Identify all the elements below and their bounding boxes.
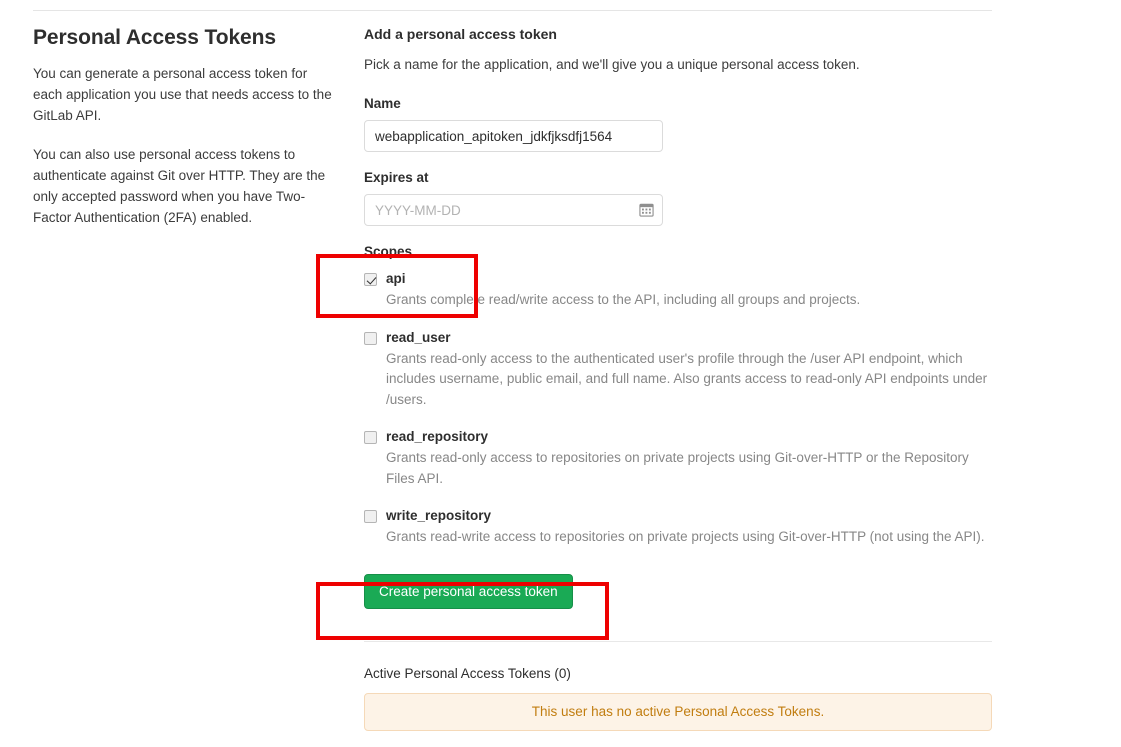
scope-name-read-user: read_user <box>386 329 451 345</box>
no-active-tokens-alert: This user has no active Personal Access … <box>364 692 992 731</box>
page-title: Personal Access Tokens <box>33 26 276 49</box>
form-title: Add a personal access token <box>364 26 557 42</box>
section-divider <box>364 640 992 642</box>
scope-line: read_user <box>364 329 992 347</box>
create-personal-access-token-button[interactable]: Create personal access token <box>364 573 573 609</box>
scope-checkbox-read-repository[interactable] <box>364 431 377 444</box>
top-divider <box>33 10 992 11</box>
scope-checkbox-write-repository[interactable] <box>364 510 377 523</box>
expires-at-input[interactable] <box>364 194 663 226</box>
scope-name-write-repository: write_repository <box>386 508 492 523</box>
scope-item-write-repository: write_repository Grants read-write acces… <box>364 507 992 548</box>
scope-name-read-repository: read_repository <box>386 429 489 444</box>
scope-description-write-repository: Grants read-write access to repositories… <box>386 529 985 544</box>
form-subtitle: Pick a name for the application, and we'… <box>364 57 860 72</box>
scope-item-read-repository: read_repository Grants read-only access … <box>364 428 992 489</box>
scope-line: read_repository <box>364 428 992 446</box>
scope-checkbox-read-user[interactable] <box>364 331 377 345</box>
expires-field-group: Expires at <box>364 170 992 226</box>
add-token-form: Add a personal access token Pick a name … <box>364 26 992 731</box>
scope-description-api: Grants complete read/write access to the… <box>386 292 861 307</box>
scope-description-read-user: Grants read-only access to the authentic… <box>386 350 988 407</box>
scope-checkbox-api[interactable] <box>364 273 377 286</box>
scope-name-api: api <box>386 271 406 286</box>
scope-item-api: api Grants complete read/write access to… <box>364 270 992 311</box>
scope-item-read-user: read_user Grants read-only access to the… <box>364 329 992 411</box>
page-intro-column: Personal Access Tokens You can generate … <box>33 24 333 246</box>
expires-input-wrapper <box>364 194 663 226</box>
scope-line: api <box>364 270 992 288</box>
active-tokens-heading: Active Personal Access Tokens (0) <box>364 665 571 681</box>
personal-access-tokens-page: Personal Access Tokens You can generate … <box>0 0 1121 747</box>
submit-area: Create personal access token <box>364 573 992 609</box>
scopes-label: Scopes <box>364 244 413 259</box>
name-label: Name <box>364 96 401 111</box>
intro-paragraph-2: You can also use personal access tokens … <box>33 147 326 226</box>
intro-paragraph-1: You can generate a personal access token… <box>33 66 332 124</box>
scope-description-read-repository: Grants read-only access to repositories … <box>386 450 969 486</box>
token-name-input[interactable] <box>364 120 663 152</box>
expires-at-label: Expires at <box>364 170 429 185</box>
name-field-group: Name <box>364 96 992 152</box>
scope-line: write_repository <box>364 507 992 525</box>
